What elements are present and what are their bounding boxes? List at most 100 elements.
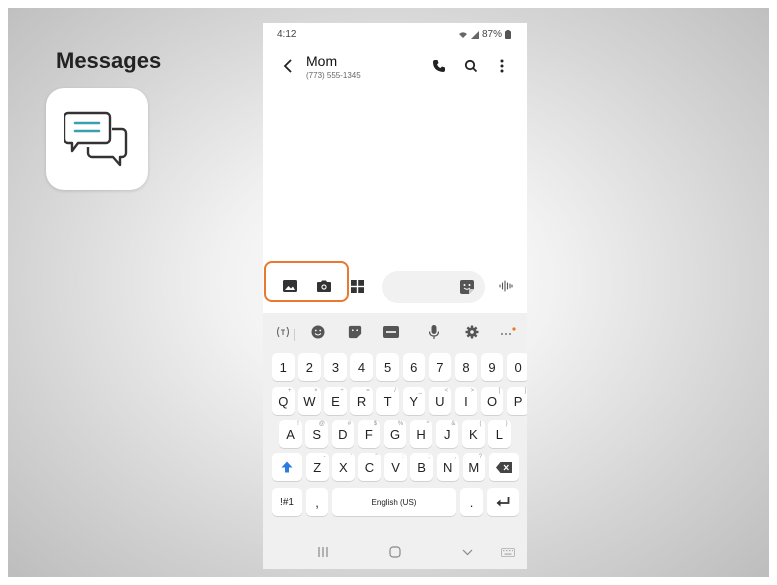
letter-key[interactable]: P] [506,387,527,415]
wifi-icon [458,31,467,38]
key-secondary-label: ' [350,454,352,460]
search-icon [464,59,478,73]
number-key[interactable]: 1 [272,353,295,381]
hide-keyboard-button[interactable] [455,543,479,561]
letter-key[interactable]: H ^ [409,420,433,448]
voice-icon [499,280,513,292]
letter-key[interactable]: W × [298,387,321,415]
search-button[interactable] [461,56,481,76]
number-key[interactable]: 5 [376,353,399,381]
number-key[interactable]: 2 [298,353,321,381]
letter-key[interactable]: M? [462,453,486,481]
comma-key[interactable]: , [306,488,328,516]
sticker-icon [460,280,474,294]
letter-key[interactable]: X ' [332,453,355,481]
letter-key[interactable]: N, [436,453,459,481]
key-label: V [391,459,400,475]
letter-key[interactable]: L) [488,420,511,448]
letter-key[interactable]: K( [462,420,485,448]
letter-key[interactable]: F $ [357,420,381,448]
key-label: S [312,426,322,442]
key-secondary-label: ! [297,421,299,427]
letter-key[interactable]: B; [410,453,433,481]
number-key[interactable]: 8 [454,353,478,381]
letter-key[interactable]: V: [384,453,407,481]
home-icon [389,546,401,558]
key-label: J [443,426,451,442]
key-label: 7 [436,359,444,375]
symbols-key[interactable]: !#1 [272,488,302,516]
letter-key[interactable]: O[ [480,387,504,415]
toolbar-divider [294,329,295,341]
key-secondary-label: ( [479,421,482,427]
apps-icon [350,279,364,293]
key-secondary-label: " [375,454,378,460]
expand-toolbar-button[interactable] [273,323,293,341]
expand-toolbar-icon [276,326,290,338]
letter-key[interactable]: R = [350,387,373,415]
back-button[interactable] [279,55,297,77]
letter-key[interactable]: G% [383,420,407,448]
key-secondary-label: < [444,388,449,394]
key-label: E [331,393,340,409]
key-secondary-label: > [470,388,475,394]
key-label: B [417,459,426,475]
apps-button[interactable] [347,276,367,296]
battery-icon [505,30,511,39]
home-button[interactable] [383,543,407,561]
key-label: 1 [279,359,287,375]
emoji-button[interactable] [308,323,328,341]
number-key[interactable]: 7 [428,353,452,381]
voice-button[interactable] [496,276,516,296]
letter-key[interactable]: Q + [272,387,295,415]
period-key[interactable]: . [460,488,483,516]
call-button[interactable] [429,56,449,76]
keyboard-settings-button[interactable] [462,323,482,341]
key-label: X [339,459,348,475]
signal-icon [470,30,479,39]
number-key[interactable]: 6 [402,353,425,381]
number-key[interactable]: 3 [324,353,347,381]
backspace-key[interactable] [489,453,519,481]
keyboard: 1234567890 Q + W × E ÷ R = T / Y _ U < I > O[P] A! S @ D # F $… [263,313,527,569]
keyboard-sticker-button[interactable] [345,323,365,341]
key-label: F [364,426,373,442]
enter-key[interactable] [487,488,519,516]
sticker-button[interactable] [459,279,475,300]
emoji-icon [311,325,325,339]
key-secondary-label: = [366,388,370,394]
more-options-button[interactable] [492,56,512,76]
recents-button[interactable] [311,543,335,561]
letter-key[interactable]: S @ [305,420,328,448]
shift-key[interactable] [272,453,302,481]
key-secondary-label: ] [524,388,527,394]
key-secondary-label: - [323,454,326,460]
letter-key[interactable]: D # [331,420,355,448]
number-key[interactable]: 4 [350,353,373,381]
letter-key[interactable]: U < [428,387,452,415]
letter-key[interactable]: Y _ [402,387,425,415]
number-key[interactable]: 0 [506,353,527,381]
letter-key[interactable]: C " [358,453,381,481]
key-label: 2 [305,359,313,375]
toolbar-more-button[interactable] [498,323,518,341]
key-label: Q [278,393,289,409]
space-key[interactable]: English (US) [332,488,456,516]
number-key[interactable]: 9 [480,353,504,381]
key-secondary-label: × [314,388,318,394]
phone-icon [433,60,445,72]
letter-key[interactable]: I > [454,387,478,415]
key-label: A [286,426,295,442]
key-secondary-label: ? [478,454,483,460]
key-secondary-label: % [397,421,404,427]
letter-key[interactable]: J & [435,420,459,448]
letter-key[interactable]: T / [376,387,399,415]
mic-button[interactable] [424,323,444,341]
gif-button[interactable] [381,323,401,341]
keyboard-switch-button[interactable] [496,543,520,561]
letter-key[interactable]: A! [279,420,302,448]
letter-key[interactable]: E ÷ [324,387,347,415]
letter-key[interactable]: Z- [306,453,329,481]
message-input[interactable] [382,271,485,303]
key-secondary-label: / [394,388,396,394]
